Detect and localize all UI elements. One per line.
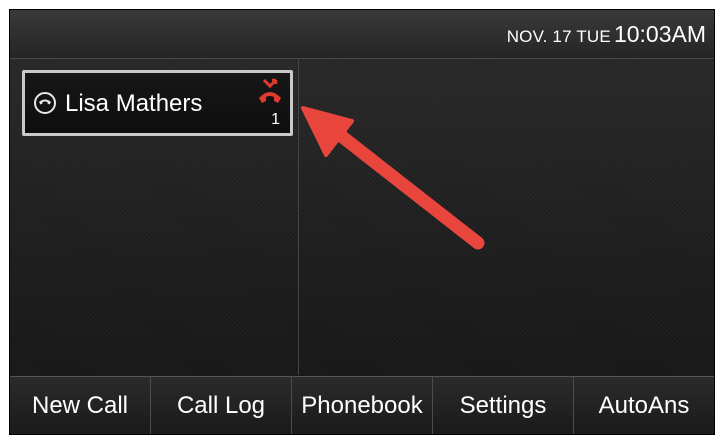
missed-call-icon [257, 78, 283, 113]
date-label: NOV. 17 TUE [506, 27, 611, 46]
caller-name: Lisa Mathers [65, 90, 203, 117]
softkey-new-call[interactable]: New Call [10, 377, 151, 434]
time-label: 10:03AM [613, 21, 706, 47]
softkey-bar: New Call Call Log Phonebook Settings Aut… [10, 376, 714, 434]
phone-display-frame: NOV. 17 TUE 10:03AM Lisa Mathers 1 New C… [0, 0, 715, 435]
missed-call-count: 1 [271, 111, 280, 128]
softkey-autoans[interactable]: AutoAns [574, 377, 714, 434]
phone-screen: NOV. 17 TUE 10:03AM Lisa Mathers 1 New C… [9, 9, 715, 435]
date-time-display: NOV. 17 TUE 10:03AM [507, 21, 706, 48]
softkey-phonebook[interactable]: Phonebook [292, 377, 433, 434]
status-bar: NOV. 17 TUE 10:03AM [10, 10, 714, 59]
line-key-panel: Lisa Mathers 1 [10, 59, 299, 375]
phone-handset-icon [34, 92, 56, 114]
softkey-settings[interactable]: Settings [433, 377, 574, 434]
call-line-card[interactable]: Lisa Mathers 1 [22, 70, 293, 136]
softkey-call-log[interactable]: Call Log [151, 377, 292, 434]
